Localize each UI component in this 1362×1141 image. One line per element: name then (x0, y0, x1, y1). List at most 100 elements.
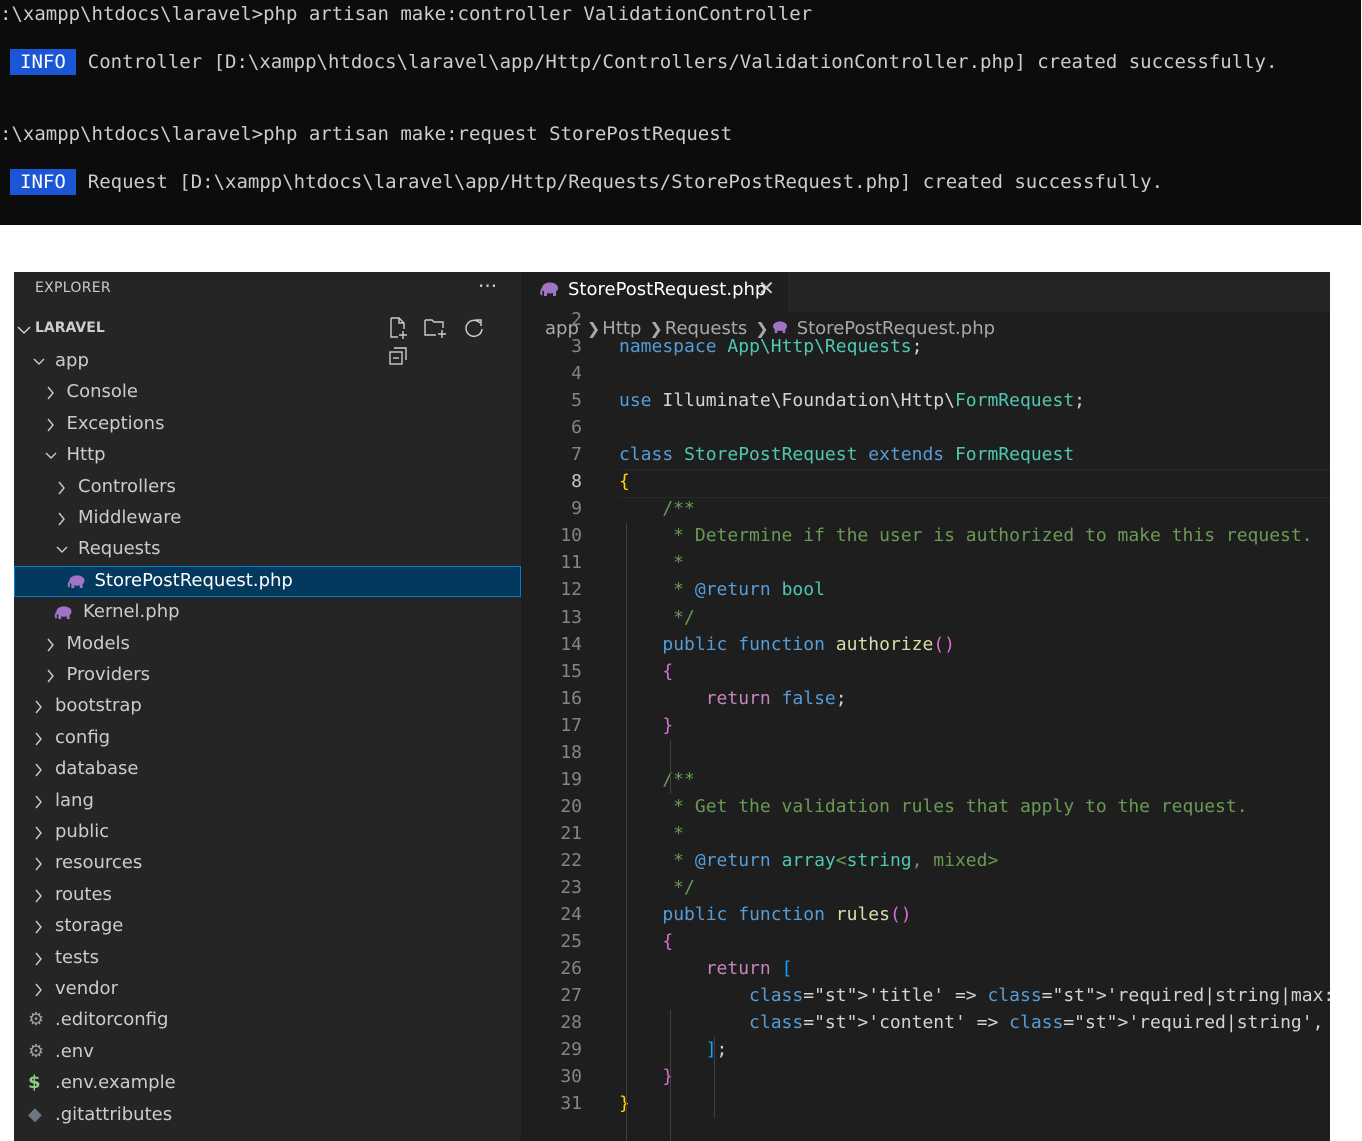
line-number: 19 (560, 768, 582, 790)
chevron-right-icon (35, 952, 42, 966)
code-line: use Illuminate\Foundation\Http\FormReque… (619, 390, 1086, 412)
project-header[interactable]: LARAVEL (14, 316, 521, 365)
tree-folder-providers[interactable]: Providers (14, 660, 521, 691)
gear-icon: ⚙ (28, 1009, 45, 1031)
chevron-down-icon (56, 546, 68, 554)
terminal-output-line: INFO Controller [D:\xampp\htdocs\laravel\… (0, 49, 1277, 75)
tree-file-gitattributes[interactable]: ◆ .gitattributes (14, 1100, 521, 1131)
tree-item-label: resources (55, 852, 143, 874)
chevron-right-icon (46, 669, 54, 683)
tree-folder-exceptions[interactable]: Exceptions (14, 409, 521, 440)
line-number: 2 (571, 308, 582, 330)
line-number: 25 (560, 931, 582, 953)
line-number: 22 (560, 849, 582, 871)
tree-folder-database[interactable]: database (14, 754, 521, 785)
tree-folder-lang[interactable]: lang (14, 786, 521, 817)
tree-folder-controllers[interactable]: Controllers (14, 472, 521, 503)
line-number: 7 (571, 444, 582, 466)
tree-folder-routes[interactable]: routes (14, 880, 521, 911)
chevron-right-icon (35, 889, 42, 903)
line-number: 16 (560, 687, 582, 709)
line-number: 12 (560, 579, 582, 601)
explorer-sidebar: EXPLORER ··· LARAVEL app Console Exception… (14, 272, 522, 1141)
line-number: 26 (560, 958, 582, 980)
tree-folder-console[interactable]: Console (14, 377, 521, 408)
chevron-right-icon (35, 857, 42, 871)
indent-guide (626, 523, 627, 1141)
line-number: 3 (571, 336, 582, 357)
tree-folder-resources[interactable]: resources (14, 848, 521, 879)
terminal-output-text: Request [D:\xampp\htdocs\laravel\app/Htt… (87, 171, 1164, 193)
chevron-right-icon (35, 983, 42, 997)
terminal-window[interactable]: :\xampp\htdocs\laravel>php artisan make:… (0, 0, 1361, 225)
line-number: 8 (571, 471, 582, 493)
chevron-right-icon (46, 418, 54, 432)
tree-folder-config[interactable]: config (14, 723, 521, 754)
tree-folder-bootstrap[interactable]: bootstrap (14, 691, 521, 722)
code-line: return false; (705, 687, 847, 709)
tree-item-label: Http (66, 444, 106, 466)
code-line: * Determine if the user is authorized to… (619, 525, 1313, 547)
line-number: 13 (560, 606, 582, 628)
tree-file-editorconfig[interactable]: ⚙ .editorconfig (14, 1005, 521, 1036)
code-line: * @return array<string, mixed> (619, 849, 999, 871)
chevron-right-icon (35, 795, 42, 809)
tree-item-label: routes (55, 883, 112, 905)
tree-folder-tests[interactable]: tests (14, 943, 521, 974)
line-number: 29 (560, 1039, 582, 1061)
tree-folder-requests[interactable]: Requests (14, 534, 521, 565)
refresh-icon[interactable] (462, 316, 486, 340)
tree-folder-models[interactable]: Models (14, 629, 521, 660)
tree-file-storepostrequest-php[interactable]: StorePostRequest.php (14, 565, 521, 597)
code-line: { (662, 931, 674, 953)
dollar-icon: $ (28, 1072, 41, 1094)
tree-folder-http[interactable]: Http (14, 440, 521, 471)
code-line: class="st">'title' => class="st">'requir… (749, 985, 1330, 1007)
tree-item-label: .env.example (55, 1072, 176, 1094)
chevron-down-icon (45, 452, 56, 460)
line-number: 20 (560, 795, 582, 817)
tree-item-label: Models (66, 632, 130, 654)
tree-folder-app[interactable]: app (14, 346, 521, 377)
more-actions-icon[interactable]: ··· (478, 274, 497, 298)
code-line: public function rules() (662, 904, 912, 926)
current-line-highlight (618, 469, 1330, 499)
php-elephant-icon (54, 606, 72, 620)
line-number: 31 (560, 1093, 582, 1115)
code-line: * (619, 552, 685, 574)
chevron-right-icon (46, 638, 54, 652)
line-number: 30 (560, 1066, 582, 1088)
tree-item-label: .editorconfig (55, 1009, 169, 1031)
tree-item-label: config (55, 726, 111, 748)
tree-item-label: Exceptions (66, 412, 165, 434)
terminal-command-line: :\xampp\htdocs\laravel>php artisan make:… (0, 3, 813, 25)
tree-item-label: .gitattributes (55, 1103, 173, 1125)
new-file-icon[interactable] (386, 316, 410, 340)
chevron-right-icon (35, 732, 42, 746)
code-line: } (662, 1066, 674, 1088)
tree-item-label: app (55, 350, 89, 371)
code-line: * (619, 822, 685, 844)
tree-folder-vendor[interactable]: vendor (14, 974, 521, 1005)
new-folder-icon[interactable] (423, 316, 449, 340)
tree-file-env-example[interactable]: $ .env.example (14, 1068, 521, 1099)
code-line: class="st">'content' => class="st">'requ… (749, 1012, 1324, 1034)
tree-file-kernel-php[interactable]: Kernel.php (14, 597, 521, 628)
line-number: 18 (560, 741, 582, 763)
code-editor[interactable]: 2 3 namespace App\Http\Requests; 4 5 use Illu… (522, 272, 1330, 1141)
code-line: public function authorize() (662, 633, 956, 655)
code-line: namespace App\Http\Requests; (619, 336, 923, 357)
code-line: } (619, 1093, 630, 1115)
code-line: * Get the validation rules that apply to… (619, 795, 1248, 817)
line-number: 11 (560, 552, 582, 574)
line-number: 5 (571, 390, 582, 412)
tree-folder-middleware[interactable]: Middleware (14, 503, 521, 534)
code-line: */ (619, 877, 695, 898)
line-number: 4 (571, 363, 582, 385)
tree-folder-public[interactable]: public (14, 817, 521, 848)
code-line: class StorePostRequest extends FormReque… (619, 444, 1075, 466)
tree-folder-storage[interactable]: storage (14, 911, 521, 942)
tree-item-label: bootstrap (55, 695, 142, 717)
tree-file-env[interactable]: ⚙ .env (14, 1037, 521, 1068)
info-badge: INFO (10, 169, 76, 195)
